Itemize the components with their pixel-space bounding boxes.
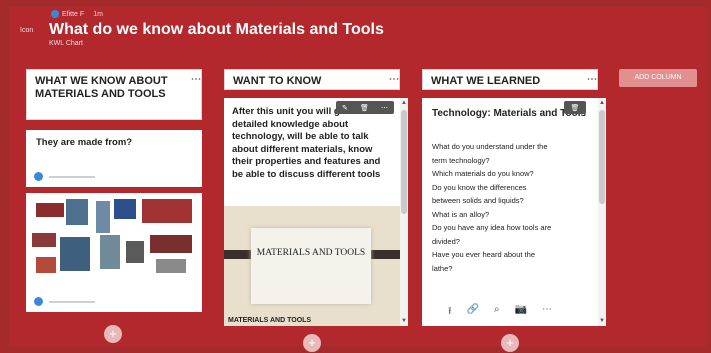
- card-line: lathe?: [432, 263, 453, 273]
- scrollbar[interactable]: ▲ ▼: [400, 98, 408, 326]
- author-avatar: [34, 172, 43, 181]
- more-icon[interactable]: ⋯: [542, 304, 552, 321]
- card-footer: [34, 297, 95, 306]
- upload-icon[interactable]: ⭱: [448, 304, 452, 321]
- card-line: term technology?: [432, 155, 490, 165]
- card-toolbar: ✎ 🗑 ⋯: [336, 101, 394, 114]
- column-menu-icon[interactable]: ⋮: [190, 74, 201, 84]
- scroll-down-icon[interactable]: ▼: [400, 318, 408, 324]
- author-avatar: [51, 10, 59, 18]
- more-icon[interactable]: ⋯: [381, 104, 388, 112]
- card-line: What do you understand under the: [432, 142, 548, 151]
- search-icon[interactable]: ⌕: [494, 304, 500, 321]
- column-header-learned[interactable]: WHAT WE LEARNED ⋮: [422, 69, 598, 90]
- add-post-button[interactable]: +: [501, 334, 519, 352]
- delete-icon[interactable]: 🗑: [571, 104, 580, 112]
- card-action-bar: ⭱ 🔗 ⌕ 📷 ⋯: [448, 304, 552, 321]
- card-line: between solids and liquids?: [432, 196, 524, 205]
- add-post-button[interactable]: +: [104, 325, 122, 343]
- card-toolbar: 🗑: [564, 101, 586, 114]
- edit-icon[interactable]: ✎: [342, 104, 348, 112]
- post-card-learned[interactable]: Technology: Materials and Tools 🗑 What d…: [422, 98, 598, 326]
- column-header-want[interactable]: WANT TO KNOW ⋮: [224, 69, 400, 90]
- scroll-up-icon[interactable]: ▲: [400, 100, 408, 106]
- image-board: MATERIALS AND TOOLS: [251, 228, 371, 304]
- image-caption: MATERIALS AND TOOLS: [228, 317, 312, 324]
- camera-icon[interactable]: 📷: [515, 304, 527, 321]
- author-avatar: [34, 297, 43, 306]
- post-card-tools-image[interactable]: [26, 193, 202, 312]
- card-title: Technology: Materials and Tools: [432, 108, 587, 119]
- add-column-button[interactable]: ADD COLUMN: [619, 69, 697, 87]
- card-line: divided?: [432, 236, 460, 246]
- add-post-button[interactable]: +: [303, 334, 321, 352]
- scrollbar[interactable]: ▲ ▼: [598, 98, 606, 326]
- tools-image: [30, 197, 198, 287]
- scroll-thumb[interactable]: [401, 110, 407, 214]
- scroll-thumb[interactable]: [599, 110, 605, 204]
- column-title: WHAT WE KNOW ABOUT MATERIALS AND TOOLS: [35, 75, 168, 100]
- image-title: MATERIALS AND TOOLS: [256, 248, 366, 258]
- card-footer: [34, 172, 95, 181]
- link-icon[interactable]: 🔗: [467, 304, 479, 321]
- column-title: WANT TO KNOW: [233, 75, 322, 87]
- author-name: Efitte F: [62, 10, 85, 18]
- card-line: Do you know the differences: [432, 182, 527, 192]
- column-title: WHAT WE LEARNED: [431, 75, 541, 87]
- card-body: After this unit you will get more detail…: [232, 106, 381, 180]
- delete-icon[interactable]: 🗑: [360, 104, 369, 112]
- card-line: Have you ever heard about the: [432, 250, 535, 259]
- card-line: Do you have any idea how tools are: [432, 223, 552, 232]
- card-question: They are made from?: [36, 137, 133, 148]
- post-time: 1m: [93, 10, 103, 18]
- card-line: What is an alloy?: [432, 209, 490, 219]
- page-title: What do we know about Materials and Tool…: [49, 21, 384, 38]
- post-card-want[interactable]: After this unit you will get more detail…: [224, 98, 400, 326]
- card-line: Which materials do you know?: [432, 169, 534, 178]
- board-icon-label: Icon: [20, 27, 34, 34]
- column-header-know[interactable]: WHAT WE KNOW ABOUT MATERIALS AND TOOLS ⋮: [26, 69, 202, 120]
- page-subtitle: KWL Chart: [49, 40, 83, 47]
- column-menu-icon[interactable]: ⋮: [586, 74, 597, 84]
- author-info: Efitte F 1m: [51, 10, 103, 18]
- card-body: What do you understand under the term te…: [432, 140, 598, 275]
- scroll-down-icon[interactable]: ▼: [598, 318, 606, 324]
- column-menu-icon[interactable]: ⋮: [388, 74, 399, 84]
- post-card[interactable]: They are made from?: [26, 130, 202, 187]
- materials-tools-image: MATERIALS AND TOOLS MATERIALS AND TOOLS: [224, 206, 400, 326]
- author-line: [49, 175, 95, 178]
- author-line: [49, 300, 95, 303]
- scroll-up-icon[interactable]: ▲: [598, 100, 606, 106]
